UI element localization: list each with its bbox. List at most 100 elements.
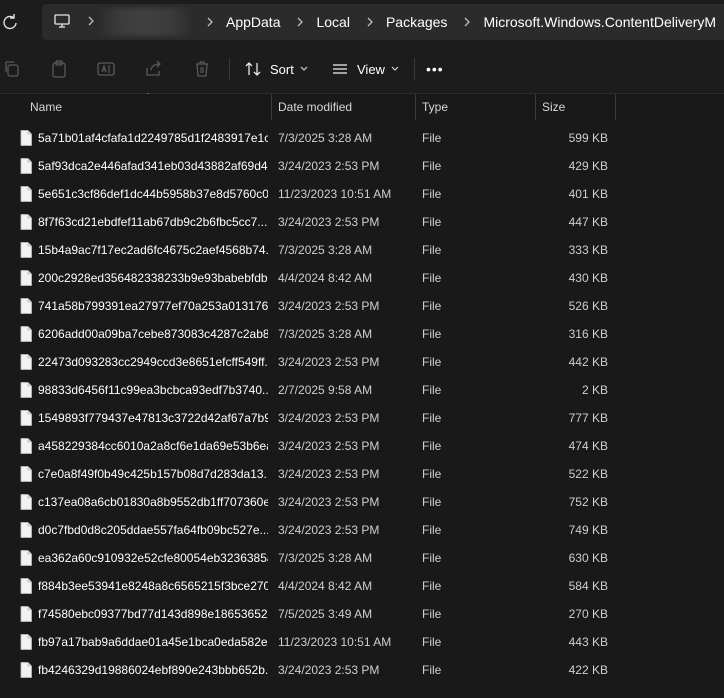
file-row[interactable]: fb4246329d19886024ebf890e243bbb652b... 3/… <box>0 656 724 684</box>
share-icon[interactable] <box>144 59 164 79</box>
column-header-size[interactable]: Size <box>536 94 614 120</box>
file-size: 526 KB <box>568 299 608 313</box>
breadcrumb-chevron-icon[interactable] <box>364 15 376 29</box>
rename-icon[interactable] <box>96 59 116 79</box>
file-row[interactable]: 741a58b799391ea27977ef70a253a013176e... 3… <box>0 292 724 320</box>
file-size: 401 KB <box>568 187 608 201</box>
file-name[interactable]: 98833d6456f11c99ea3bcbca93edf7b3740... <box>38 376 268 404</box>
breadcrumb-chevron-icon[interactable] <box>294 15 306 29</box>
file-name[interactable]: 741a58b799391ea27977ef70a253a013176e... <box>38 292 268 320</box>
file-name[interactable]: 200c2928ed356482338233b9e93babebfdb... <box>38 264 268 292</box>
file-date-modified: 3/24/2023 2:53 PM <box>278 523 380 537</box>
file-row[interactable]: 200c2928ed356482338233b9e93babebfdb... 4/… <box>0 264 724 292</box>
file-name[interactable]: a458229384cc6010a2a8cf6e1da69e53b6ea... <box>38 432 268 460</box>
file-name[interactable]: f74580ebc09377bd77d143d898e18653652... <box>38 600 268 628</box>
file-row[interactable]: 6206add00a09ba7cebe873083c4287c2ab8... 7/… <box>0 320 724 348</box>
file-row[interactable]: f884b3ee53941e8248a8c6565215f3bce270... 4… <box>0 572 724 600</box>
file-date-modified: 3/24/2023 2:53 PM <box>278 215 380 229</box>
file-size: 316 KB <box>568 327 608 341</box>
file-type: File <box>422 411 442 425</box>
file-name[interactable]: 1549893f779437e47813c3722d42af67a7b9... <box>38 404 268 432</box>
file-size: 777 KB <box>568 411 608 425</box>
file-date-modified: 7/3/2025 3:28 AM <box>278 327 373 341</box>
sort-label: Sort <box>270 61 294 77</box>
file-icon <box>20 242 32 258</box>
more-options-button[interactable]: ••• <box>426 56 444 82</box>
delete-icon[interactable] <box>192 59 212 79</box>
sort-button[interactable]: Sort <box>244 56 316 82</box>
file-type: File <box>422 187 442 201</box>
file-type: File <box>422 663 442 677</box>
column-header-name[interactable]: Name <box>24 94 270 120</box>
file-name[interactable]: d0c7fbd0d8c205ddae557fa64fb09bc527e... <box>38 516 268 544</box>
breadcrumb-chevron-icon[interactable] <box>461 15 473 29</box>
file-type: File <box>422 243 442 257</box>
file-name[interactable]: c7e0a8f49f0b49c425b157b08d7d283da13... <box>38 460 268 488</box>
file-type: File <box>422 271 442 285</box>
file-row[interactable]: c7e0a8f49f0b49c425b157b08d7d283da13... 3/… <box>0 460 724 488</box>
file-type: File <box>422 523 442 537</box>
file-name[interactable]: 8f7f63cd21ebdfef11ab67db9c2b6fbc5cc7... <box>38 208 268 236</box>
copy-icon[interactable] <box>2 59 22 79</box>
breadcrumb-item-packages[interactable]: Packages <box>386 14 447 30</box>
file-date-modified: 3/24/2023 2:53 PM <box>278 411 380 425</box>
file-row[interactable]: 5a71b01af4cfafa1d2249785d1f2483917e1c...… <box>0 124 724 152</box>
file-type: File <box>422 383 442 397</box>
file-icon <box>20 438 32 454</box>
view-button[interactable]: View <box>331 56 407 82</box>
file-row[interactable]: c137ea08a6cb01830a8b9552db1ff707360e... 3… <box>0 488 724 516</box>
file-type: File <box>422 327 442 341</box>
file-row[interactable]: ea362a60c910932e52cfe80054eb3236385a... 7… <box>0 544 724 572</box>
file-size: 474 KB <box>568 439 608 453</box>
file-name[interactable]: f884b3ee53941e8248a8c6565215f3bce270... <box>38 572 268 600</box>
file-name[interactable]: 5a71b01af4cfafa1d2249785d1f2483917e1c... <box>38 124 268 152</box>
breadcrumb-item-local[interactable]: Local <box>316 14 349 30</box>
breadcrumb-item-contentdelivery[interactable]: Microsoft.Windows.ContentDeliveryM <box>483 14 716 30</box>
this-pc-icon[interactable] <box>53 12 71 30</box>
file-date-modified: 11/23/2023 10:51 AM <box>278 635 392 649</box>
file-row[interactable]: 22473d093283cc2949ccd3e8651efcff549ff...… <box>0 348 724 376</box>
file-name[interactable]: fb97a17bab9a6ddae01a45e1bca0eda582e... <box>38 628 268 656</box>
refresh-icon[interactable] <box>0 12 20 32</box>
file-row[interactable]: d0c7fbd0d8c205ddae557fa64fb09bc527e... 3/… <box>0 516 724 544</box>
file-icon <box>20 270 32 286</box>
file-row[interactable]: fb97a17bab9a6ddae01a45e1bca0eda582e... 11… <box>0 628 724 656</box>
file-type: File <box>422 635 442 649</box>
column-header-type[interactable]: Type <box>416 94 534 120</box>
file-name[interactable]: fb4246329d19886024ebf890e243bbb652b... <box>38 656 268 684</box>
file-name[interactable]: 22473d093283cc2949ccd3e8651efcff549ff... <box>38 348 268 376</box>
file-date-modified: 7/3/2025 3:28 AM <box>278 243 373 257</box>
file-type: File <box>422 607 442 621</box>
breadcrumb-chevron-icon[interactable] <box>204 15 216 29</box>
file-row[interactable]: 8f7f63cd21ebdfef11ab67db9c2b6fbc5cc7... 3… <box>0 208 724 236</box>
file-name[interactable]: 15b4a9ac7f17ec2ad6fc4675c2aef4568b74... <box>38 236 268 264</box>
file-name[interactable]: c137ea08a6cb01830a8b9552db1ff707360e... <box>38 488 268 516</box>
file-row[interactable]: 5e651c3cf86def1dc44b5958b37e8d5760c0... 1… <box>0 180 724 208</box>
file-name[interactable]: 5e651c3cf86def1dc44b5958b37e8d5760c0... <box>38 180 268 208</box>
file-size: 333 KB <box>568 243 608 257</box>
file-type: File <box>422 159 442 173</box>
column-resize-handle[interactable] <box>615 94 616 120</box>
file-name[interactable]: 6206add00a09ba7cebe873083c4287c2ab8... <box>38 320 268 348</box>
file-name[interactable]: ea362a60c910932e52cfe80054eb3236385a... <box>38 544 268 572</box>
file-row[interactable]: a458229384cc6010a2a8cf6e1da69e53b6ea... 3… <box>0 432 724 460</box>
file-row[interactable]: 5af93dca2e446afad341eb03d43882af69d4... 3… <box>0 152 724 180</box>
file-row[interactable]: 15b4a9ac7f17ec2ad6fc4675c2aef4568b74... 7… <box>0 236 724 264</box>
file-type: File <box>422 215 442 229</box>
file-row[interactable]: 98833d6456f11c99ea3bcbca93edf7b3740... 2/… <box>0 376 724 404</box>
file-icon <box>20 578 32 594</box>
file-row[interactable]: f74580ebc09377bd77d143d898e18653652... 7/… <box>0 600 724 628</box>
toolbar-divider <box>414 58 415 80</box>
paste-icon[interactable] <box>49 59 69 79</box>
column-header-date[interactable]: Date modified <box>272 94 414 120</box>
file-size: 443 KB <box>568 635 608 649</box>
file-type: File <box>422 439 442 453</box>
file-row[interactable]: 1549893f779437e47813c3722d42af67a7b9... 3… <box>0 404 724 432</box>
breadcrumb-item-appdata[interactable]: AppData <box>226 14 280 30</box>
file-list: 5a71b01af4cfafa1d2249785d1f2483917e1c...… <box>0 124 724 684</box>
breadcrumb-chevron-icon[interactable] <box>86 13 96 29</box>
file-size: 430 KB <box>568 271 608 285</box>
command-bar: Sort View ••• <box>0 44 724 94</box>
view-label: View <box>357 61 385 77</box>
file-name[interactable]: 5af93dca2e446afad341eb03d43882af69d4... <box>38 152 268 180</box>
